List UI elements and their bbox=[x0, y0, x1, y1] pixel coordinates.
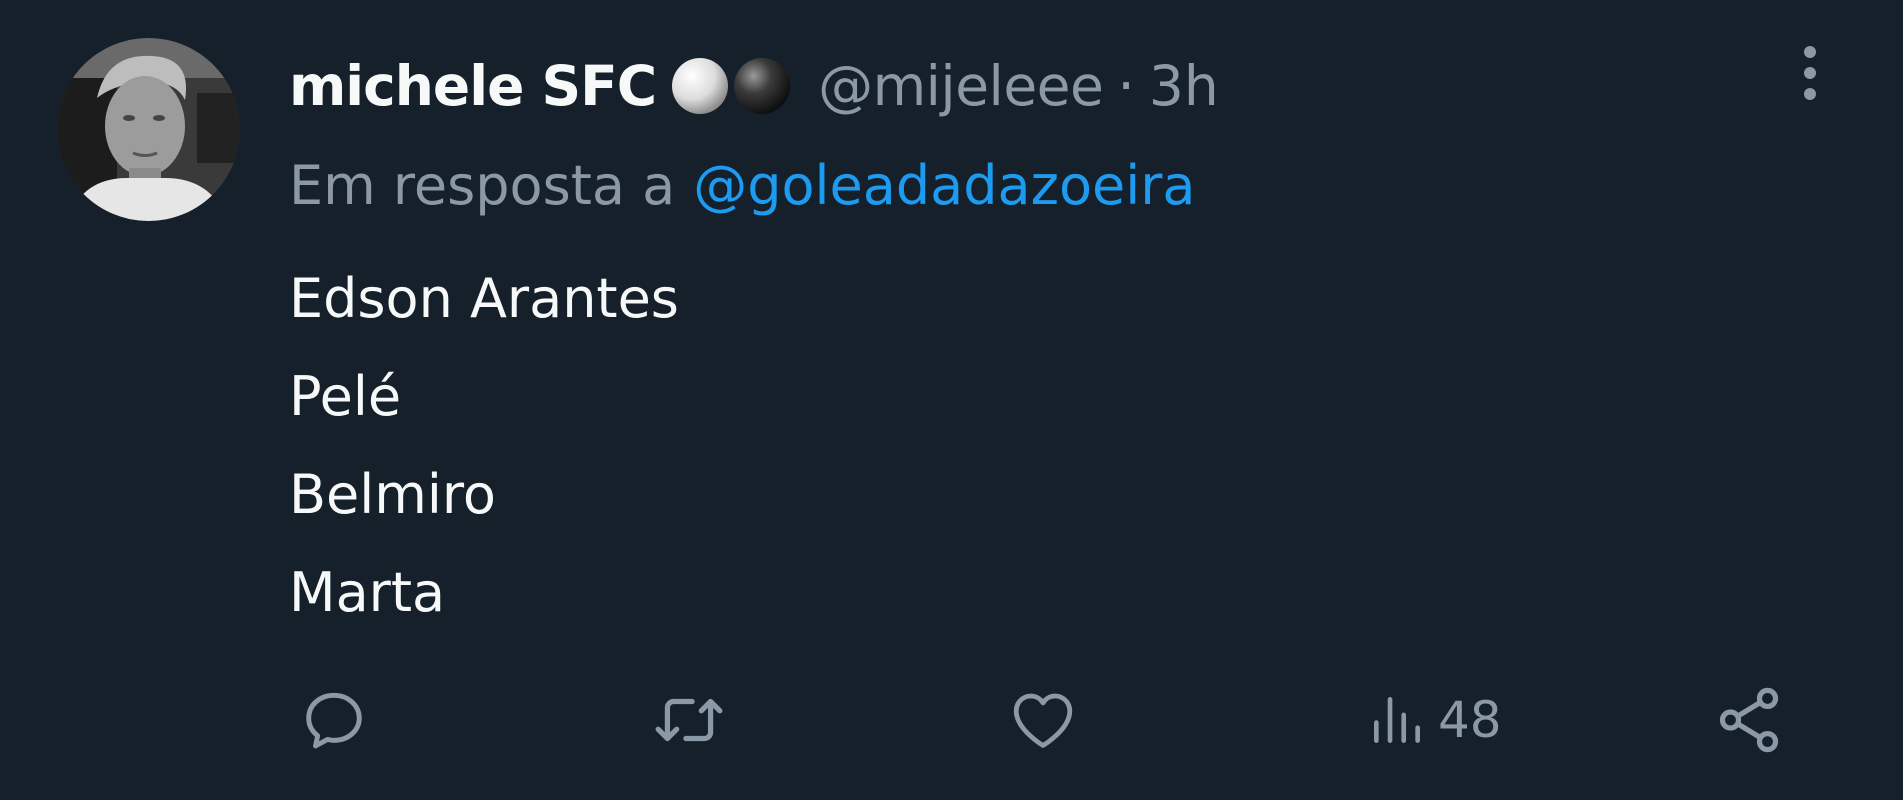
reply-icon bbox=[306, 692, 362, 749]
reply-button[interactable] bbox=[297, 680, 371, 760]
display-name[interactable]: michele SFC bbox=[289, 54, 657, 118]
more-options-button[interactable] bbox=[1796, 44, 1824, 102]
name-emojis bbox=[670, 56, 792, 116]
tweet-actions: 48 bbox=[0, 680, 1903, 760]
tweet-text-line: Edson Arantes bbox=[289, 267, 679, 330]
tweet-text-line: Belmiro bbox=[289, 463, 496, 526]
separator-dot: · bbox=[1117, 54, 1135, 118]
reply-prefix: Em resposta a bbox=[289, 153, 676, 217]
reply-context: Em resposta a @goleadadazoeira bbox=[289, 145, 1196, 225]
views-count: 48 bbox=[1438, 691, 1502, 749]
tweet-header: michele SFC @mijeleee · 3h bbox=[289, 38, 1219, 134]
like-button[interactable] bbox=[1005, 680, 1081, 760]
share-icon bbox=[1719, 687, 1779, 753]
tweet-text-line: Marta bbox=[289, 561, 446, 624]
user-handle[interactable]: @mijeleee bbox=[818, 54, 1104, 118]
retweet-button[interactable] bbox=[648, 680, 730, 760]
timestamp[interactable]: 3h bbox=[1149, 54, 1219, 118]
white-ball-emoji bbox=[672, 58, 729, 114]
black-ball-emoji bbox=[734, 58, 791, 114]
avatar[interactable] bbox=[57, 38, 240, 221]
tweet-text: Edson Arantes Pelé Belmiro Marta bbox=[289, 250, 679, 642]
share-button[interactable] bbox=[1712, 680, 1786, 760]
tweet-text-line: Pelé bbox=[289, 365, 402, 428]
tweet[interactable]: michele SFC @mijeleee · 3h Em resposta a… bbox=[0, 0, 1903, 800]
retweet-icon bbox=[655, 698, 723, 742]
reply-mention-link[interactable]: @goleadadazoeira bbox=[693, 154, 1195, 217]
views-bar-chart-icon bbox=[1374, 697, 1420, 743]
avatar-photo bbox=[57, 38, 240, 221]
heart-icon bbox=[1013, 693, 1073, 748]
views-button[interactable]: 48 bbox=[1366, 680, 1502, 760]
more-vertical-icon bbox=[1804, 46, 1816, 100]
